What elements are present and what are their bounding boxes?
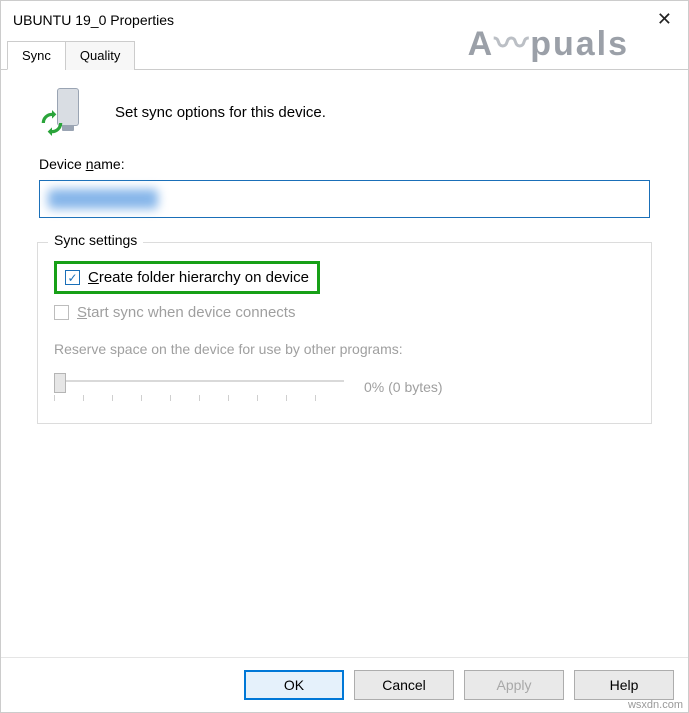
properties-window: UBUNTU 19_0 Properties ✕ A〰puals Sync Qu… bbox=[0, 0, 689, 713]
reserve-space-slider[interactable] bbox=[54, 373, 344, 401]
attribution-text: wsxdn.com bbox=[628, 699, 683, 711]
device-name-value-redacted bbox=[48, 189, 158, 209]
intro-text: Set sync options for this device. bbox=[115, 104, 326, 121]
reserve-space-section: Reserve space on the device for use by o… bbox=[54, 341, 635, 401]
window-title: UBUNTU 19_0 Properties bbox=[13, 12, 174, 28]
ok-button[interactable]: OK bbox=[244, 670, 344, 700]
tab-sync[interactable]: Sync bbox=[7, 41, 66, 70]
checkbox-create-folder-hierarchy[interactable]: ✓ Create folder hierarchy on device bbox=[54, 261, 320, 294]
close-icon[interactable]: ✕ bbox=[653, 9, 676, 30]
tab-strip: Sync Quality bbox=[1, 40, 688, 70]
device-name-input[interactable] bbox=[39, 180, 650, 218]
tab-quality[interactable]: Quality bbox=[65, 41, 135, 70]
checkbox-start-sync[interactable]: Start sync when device connects bbox=[54, 304, 635, 321]
device-name-label: Device name: bbox=[39, 156, 662, 172]
apply-button[interactable]: Apply bbox=[464, 670, 564, 700]
titlebar: UBUNTU 19_0 Properties ✕ bbox=[1, 1, 688, 36]
sync-settings-group: Sync settings ✓ Create folder hierarchy … bbox=[37, 242, 652, 424]
reserve-space-value: 0% (0 bytes) bbox=[364, 379, 443, 395]
cancel-button[interactable]: Cancel bbox=[354, 670, 454, 700]
reserve-space-slider-row: 0% (0 bytes) bbox=[54, 373, 635, 401]
checkbox-icon bbox=[54, 305, 69, 320]
reserve-space-label: Reserve space on the device for use by o… bbox=[54, 341, 635, 357]
help-button[interactable]: Help bbox=[574, 670, 674, 700]
checkbox-icon: ✓ bbox=[65, 270, 80, 285]
slider-thumb[interactable] bbox=[54, 373, 66, 393]
sync-settings-legend: Sync settings bbox=[48, 232, 143, 248]
sync-device-icon bbox=[39, 88, 87, 136]
tab-content-sync: Set sync options for this device. Device… bbox=[1, 70, 688, 657]
dialog-button-bar: OK Cancel Apply Help bbox=[1, 657, 688, 712]
intro-row: Set sync options for this device. bbox=[27, 88, 662, 136]
